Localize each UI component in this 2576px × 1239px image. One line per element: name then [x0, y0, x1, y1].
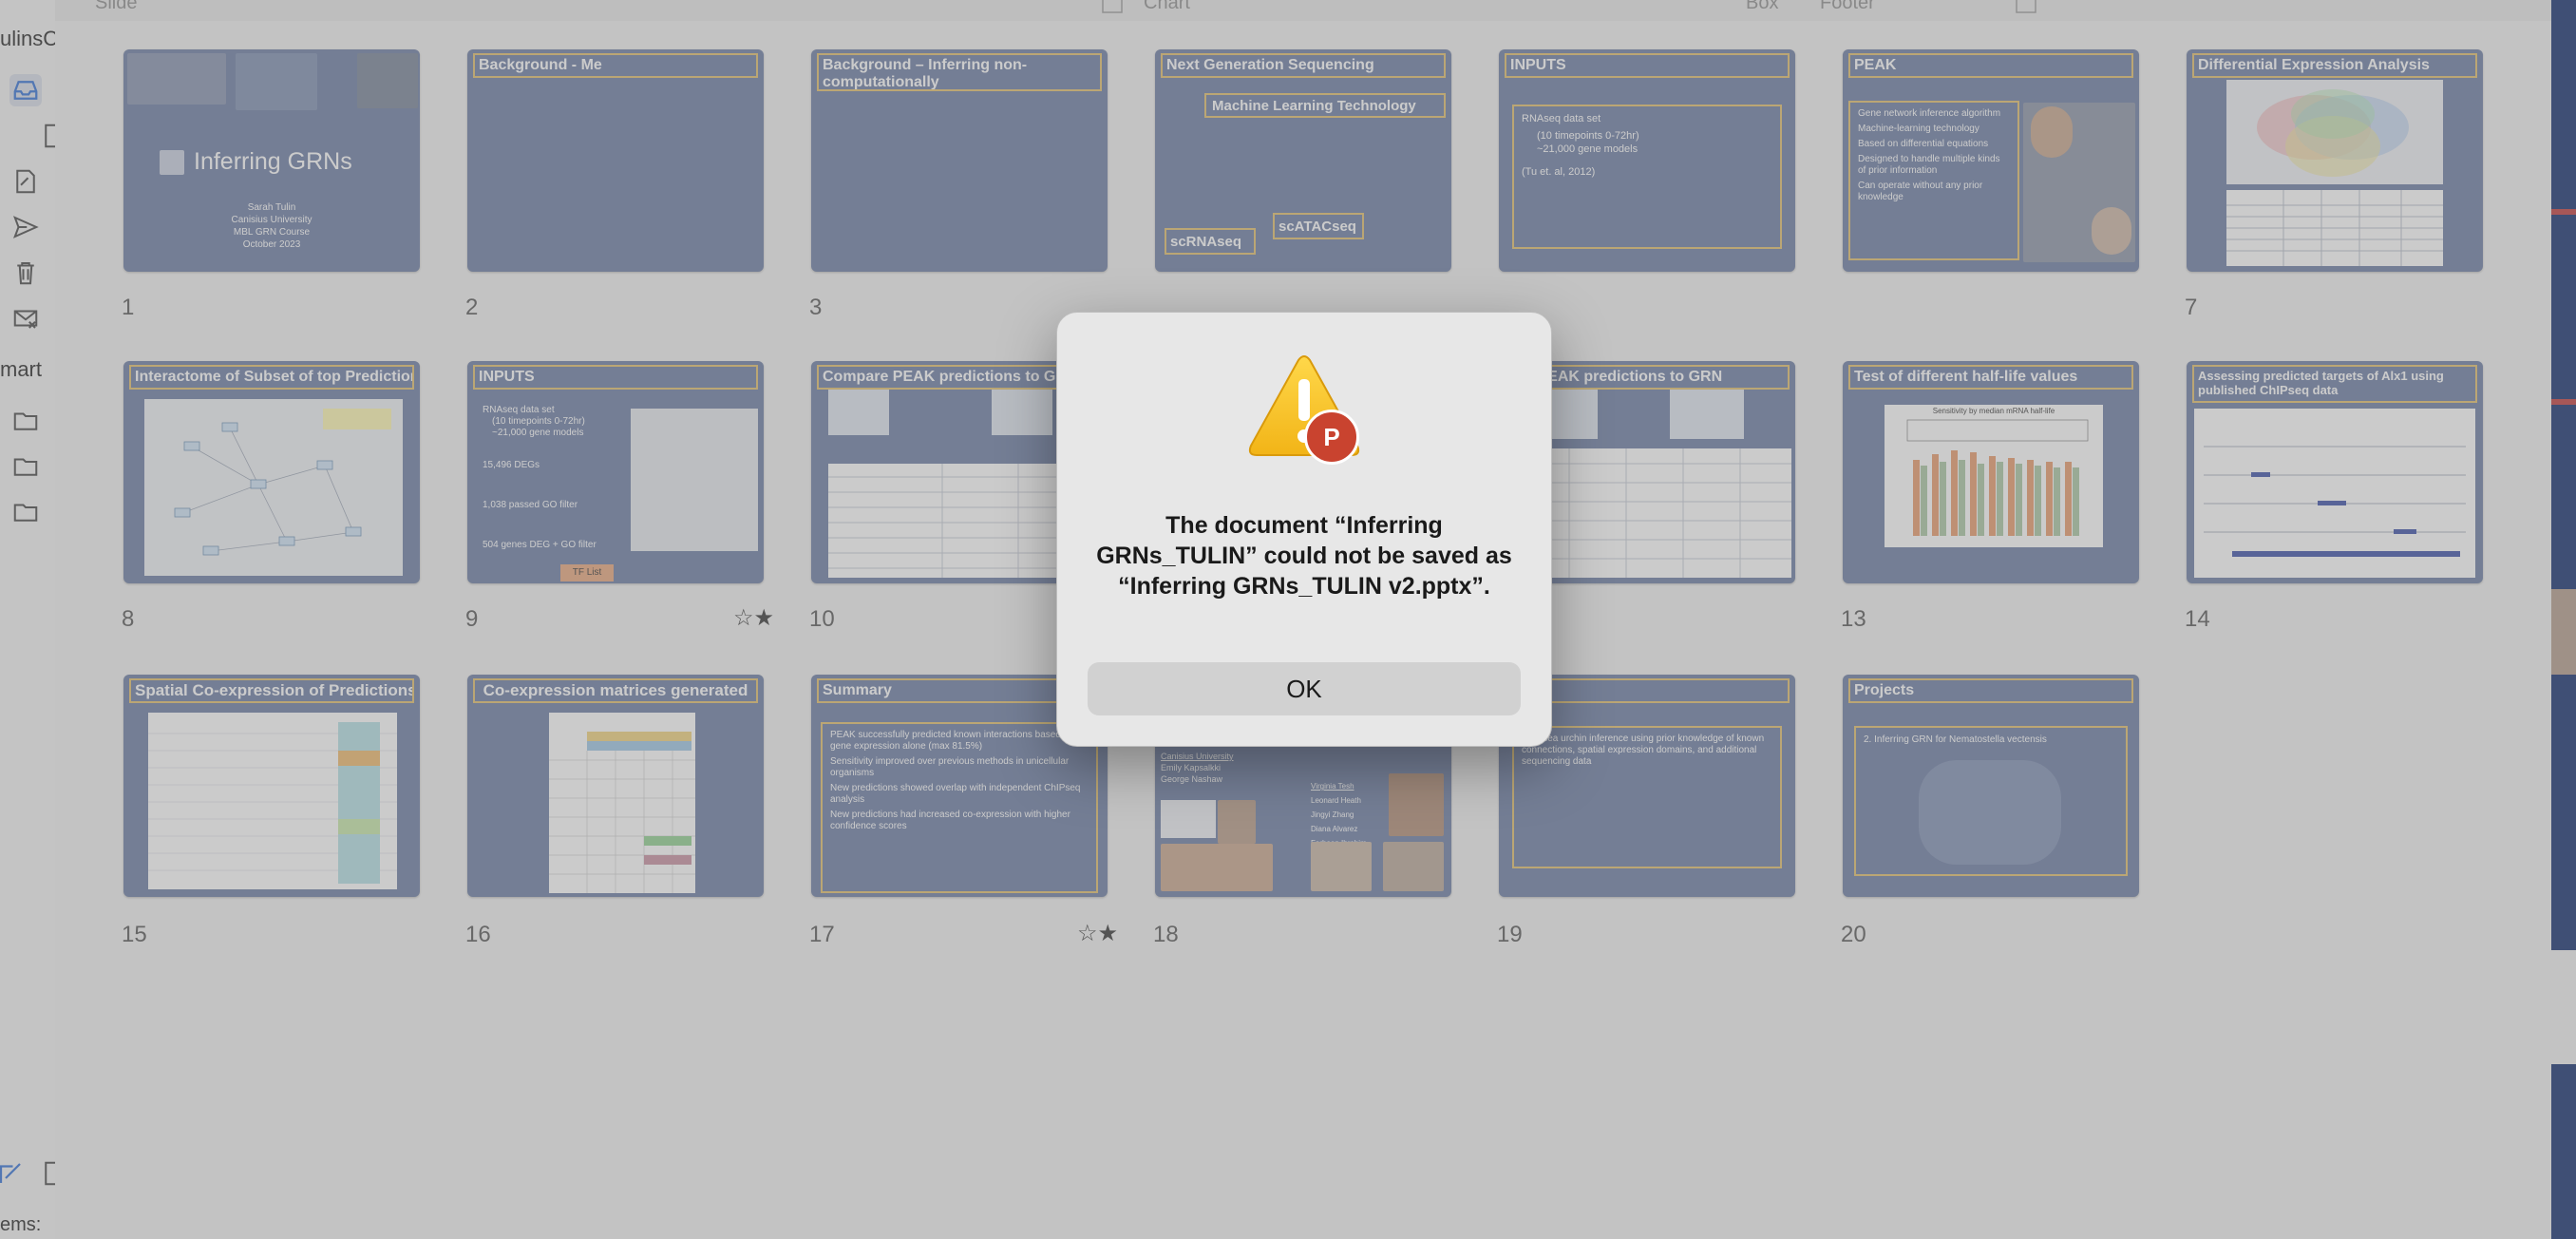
powerpoint-app-icon: P — [1304, 410, 1359, 465]
warning-icon: P — [1245, 354, 1363, 467]
dialog-message: The document “Inferring GRNs_TULIN” coul… — [1096, 512, 1512, 600]
ok-button[interactable]: OK — [1088, 662, 1521, 715]
save-error-dialog: P The document “Inferring GRNs_TULIN” co… — [1056, 312, 1552, 747]
